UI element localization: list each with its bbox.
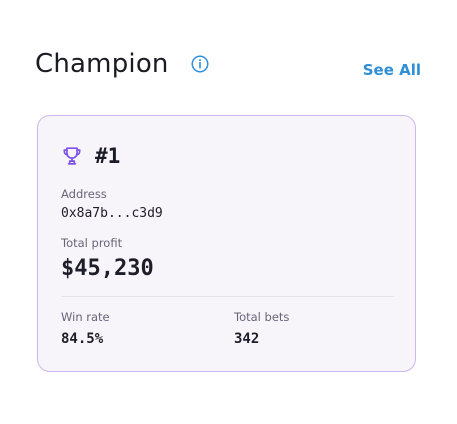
address-value: 0x8a7b...c3d9 (61, 206, 163, 221)
win-rate-label: Win rate (61, 310, 110, 324)
total-bets-label: Total bets (234, 310, 290, 324)
total-profit-label: Total profit (61, 236, 123, 250)
section-title: Champion (35, 49, 169, 79)
see-all-link[interactable]: See All (363, 61, 421, 79)
champion-header: Champion See All (35, 46, 421, 86)
rank-number: #1 (95, 144, 121, 168)
total-profit-value: $45,230 (61, 256, 154, 281)
info-circle-icon[interactable] (190, 54, 210, 74)
win-rate-value: 84.5% (61, 331, 104, 347)
address-label: Address (61, 187, 107, 201)
champion-card: #1 Address 0x8a7b...c3d9 Total profit $4… (37, 115, 416, 372)
trophy-icon (63, 147, 81, 165)
rank-row: #1 (61, 144, 120, 168)
card-divider (61, 296, 394, 297)
total-bets-value: 342 (234, 331, 260, 347)
